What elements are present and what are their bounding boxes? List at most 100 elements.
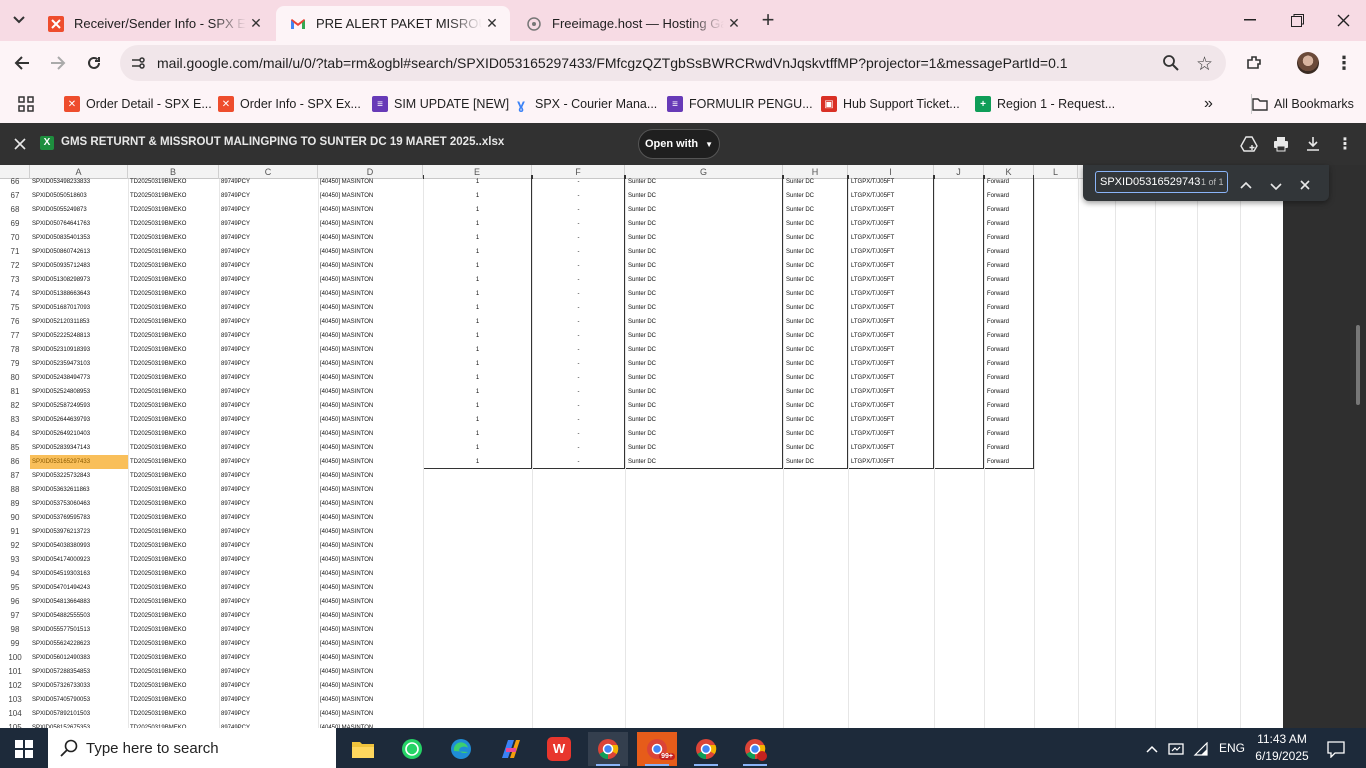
cell-l[interactable]	[1034, 175, 1078, 189]
cell-f[interactable]	[532, 637, 625, 651]
row-number[interactable]: 100	[0, 651, 30, 665]
cell-a[interactable]: SPXID054519303163	[30, 567, 128, 581]
cell-j[interactable]	[934, 497, 984, 511]
bookmark-formulir[interactable]: ≡ FORMULIR PENGU...	[667, 94, 813, 114]
row-number[interactable]: 93	[0, 553, 30, 567]
cell-f[interactable]: -	[532, 287, 625, 301]
cell-e[interactable]	[423, 567, 532, 581]
cell-a[interactable]: SPXID052839347143	[30, 441, 128, 455]
cell-l[interactable]	[1034, 189, 1078, 203]
cell-b[interactable]: TD20250319BMEKO	[128, 539, 219, 553]
row-number[interactable]: 91	[0, 525, 30, 539]
cell-f[interactable]: -	[532, 175, 625, 189]
cell-d[interactable]: [40450] MASINTON	[318, 413, 423, 427]
chrome-icon[interactable]	[588, 732, 628, 766]
row-number[interactable]: 66	[0, 175, 30, 189]
cell-g[interactable]: Sunter DC	[625, 399, 783, 413]
cell-j[interactable]	[934, 455, 984, 469]
cell-f[interactable]: -	[532, 427, 625, 441]
cell-l[interactable]	[1034, 371, 1078, 385]
cell-c[interactable]: 89749PCY	[219, 693, 318, 707]
cell-j[interactable]	[934, 301, 984, 315]
cell-k[interactable]	[984, 595, 1034, 609]
cell-f[interactable]: -	[532, 455, 625, 469]
cell-e[interactable]: 1	[423, 217, 532, 231]
cell-g[interactable]	[625, 707, 783, 721]
cell-l[interactable]	[1034, 315, 1078, 329]
taskbar-search-box[interactable]: Type here to search	[48, 728, 336, 768]
close-icon[interactable]: ✕	[482, 14, 502, 34]
cell-h[interactable]	[783, 693, 848, 707]
bookmark-order-detail[interactable]: ✕ Order Detail - SPX E...	[64, 94, 212, 114]
bookmark-star-icon[interactable]: ☆	[1196, 53, 1213, 76]
cell-i[interactable]: LTGPX/T/J05FT	[848, 441, 934, 455]
row-number[interactable]: 99	[0, 637, 30, 651]
cell-g[interactable]: Sunter DC	[625, 455, 783, 469]
cell-b[interactable]: TD20250319BMEKO	[128, 483, 219, 497]
cell-a[interactable]: SPXID052644639793	[30, 413, 128, 427]
cell-d[interactable]: [40450] MASINTON	[318, 455, 423, 469]
cell-b[interactable]: TD20250319BMEKO	[128, 245, 219, 259]
cell-i[interactable]: LTGPX/T/J05FT	[848, 385, 934, 399]
cell-f[interactable]: -	[532, 329, 625, 343]
cell-b[interactable]: TD20250319BMEKO	[128, 497, 219, 511]
cell-c[interactable]: 89749PCY	[219, 189, 318, 203]
row-number[interactable]: 75	[0, 301, 30, 315]
cell-f[interactable]: -	[532, 203, 625, 217]
cell-i[interactable]: LTGPX/T/J05FT	[848, 357, 934, 371]
cell-b[interactable]: TD20250319BMEKO	[128, 721, 219, 728]
cell-l[interactable]	[1034, 287, 1078, 301]
cell-c[interactable]: 89749PCY	[219, 721, 318, 728]
cell-b[interactable]: TD20250319BMEKO	[128, 455, 219, 469]
cell-a[interactable]: SPXID053753060463	[30, 497, 128, 511]
cell-k[interactable]: Forward	[984, 413, 1034, 427]
cell-h[interactable]	[783, 581, 848, 595]
cell-g[interactable]: Sunter DC	[625, 343, 783, 357]
cell-a[interactable]: SPXID053498233833	[30, 175, 128, 189]
cell-k[interactable]	[984, 539, 1034, 553]
cell-i[interactable]: LTGPX/T/J05FT	[848, 315, 934, 329]
all-bookmarks[interactable]: All Bookmarks	[1251, 94, 1354, 114]
cell-i[interactable]	[848, 553, 934, 567]
cell-l[interactable]	[1034, 427, 1078, 441]
row-number[interactable]: 96	[0, 595, 30, 609]
cell-k[interactable]: Forward	[984, 343, 1034, 357]
cell-h[interactable]	[783, 511, 848, 525]
cell-k[interactable]	[984, 707, 1034, 721]
cell-h[interactable]: Sunter DC	[783, 371, 848, 385]
cell-a[interactable]: SPXID052120311853	[30, 315, 128, 329]
cell-h[interactable]	[783, 623, 848, 637]
cell-e[interactable]	[423, 707, 532, 721]
bookmarks-overflow-icon[interactable]: »	[1204, 94, 1213, 114]
cell-h[interactable]: Sunter DC	[783, 385, 848, 399]
bookmark-hub-support[interactable]: ▣ Hub Support Ticket...	[821, 94, 960, 114]
cell-f[interactable]: -	[532, 413, 625, 427]
cell-l[interactable]	[1034, 273, 1078, 287]
cell-j[interactable]	[934, 637, 984, 651]
cell-f[interactable]: -	[532, 301, 625, 315]
cell-b[interactable]: TD20250319BMEKO	[128, 469, 219, 483]
cell-g[interactable]	[625, 693, 783, 707]
cell-g[interactable]	[625, 665, 783, 679]
cell-j[interactable]	[934, 511, 984, 525]
cell-e[interactable]	[423, 497, 532, 511]
cell-j[interactable]	[934, 231, 984, 245]
cell-b[interactable]: TD20250319BMEKO	[128, 651, 219, 665]
cell-d[interactable]: [40450] MASINTON	[318, 245, 423, 259]
cell-h[interactable]	[783, 679, 848, 693]
cell-e[interactable]	[423, 623, 532, 637]
cell-b[interactable]: TD20250319BMEKO	[128, 609, 219, 623]
cell-b[interactable]: TD20250319BMEKO	[128, 665, 219, 679]
cell-f[interactable]	[532, 623, 625, 637]
menu-icon[interactable]: ⋮	[1330, 49, 1358, 77]
open-with-button[interactable]: Open with ▼	[638, 129, 720, 159]
cell-i[interactable]: LTGPX/T/J05FT	[848, 413, 934, 427]
cell-f[interactable]	[532, 581, 625, 595]
cell-f[interactable]: -	[532, 343, 625, 357]
cell-a[interactable]: SPXID055624228623	[30, 637, 128, 651]
cell-e[interactable]	[423, 651, 532, 665]
row-number[interactable]: 101	[0, 665, 30, 679]
cell-i[interactable]	[848, 483, 934, 497]
cell-g[interactable]	[625, 595, 783, 609]
cell-e[interactable]: 1	[423, 385, 532, 399]
